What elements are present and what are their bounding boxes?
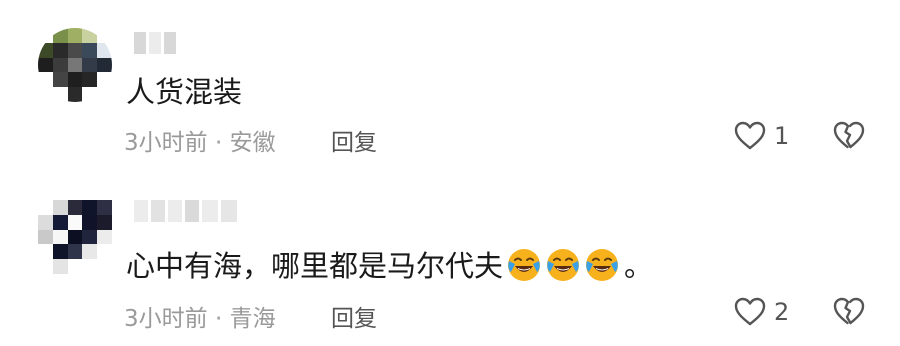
avatar[interactable] [38, 28, 112, 102]
loudly-crying-laughing-emoji-icon [586, 249, 619, 281]
comment-item: 心中有海，哪里都是马尔代夫 。 3小时前 · 青海 回复 2 [0, 170, 900, 346]
username-blurred[interactable] [134, 30, 176, 56]
comment-text: 人货混装 [126, 70, 242, 110]
reply-button[interactable]: 回复 [331, 299, 377, 333]
dislike-button[interactable] [833, 297, 865, 331]
comment-meta: 3小时前 · 青海 [124, 306, 276, 332]
comment-text-suffix: 。 [624, 249, 654, 283]
loudly-crying-laughing-emoji-icon [547, 249, 580, 281]
comment-text-content: 心中有海，哪里都是马尔代夫 [126, 249, 504, 283]
like-count: 1 [774, 122, 790, 150]
heart-outline-icon [734, 121, 766, 150]
broken-heart-icon [833, 297, 865, 325]
heart-outline-icon [734, 297, 766, 326]
username-blurred[interactable] [134, 198, 237, 224]
like-count: 2 [774, 298, 790, 326]
like-button[interactable]: 2 [734, 297, 789, 327]
reply-button[interactable]: 回复 [331, 123, 377, 157]
avatar[interactable] [38, 200, 112, 274]
comment-text-content: 人货混装 [126, 75, 243, 109]
comment-meta: 3小时前 · 安徽 [124, 130, 276, 156]
dislike-button[interactable] [833, 121, 865, 155]
comment-item: 人货混装 3小时前 · 安徽 回复 1 [0, 0, 900, 170]
comment-text: 心中有海，哪里都是马尔代夫 。 [126, 244, 653, 284]
like-button[interactable]: 1 [734, 121, 789, 151]
loudly-crying-laughing-emoji-icon [508, 249, 541, 281]
broken-heart-icon [833, 121, 865, 149]
